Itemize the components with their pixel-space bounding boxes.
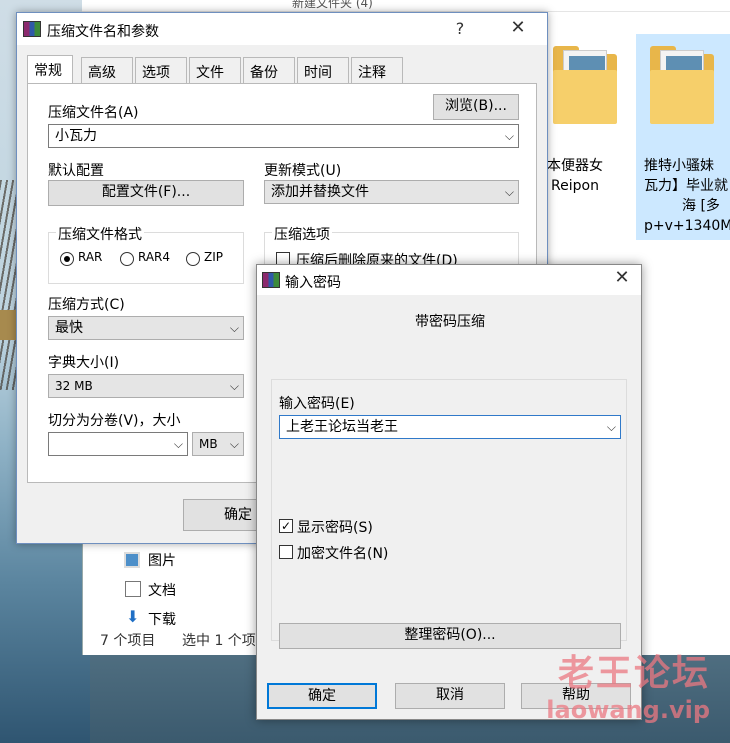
default-profile-label: 默认配置 — [48, 163, 104, 179]
close-icon[interactable]: ✕ — [607, 267, 637, 288]
format-group-title: 压缩文件格式 — [56, 224, 144, 244]
nav-downloads[interactable]: 下载 — [148, 609, 176, 629]
folder-icon — [650, 46, 714, 124]
options-group-title: 压缩选项 — [272, 224, 332, 244]
split-unit-select[interactable]: MB ⌵ — [192, 432, 244, 456]
breadcrumb[interactable]: 新建文件夹 (4) — [292, 0, 373, 11]
method-select[interactable]: 最快 ⌵ — [48, 316, 244, 340]
show-password-checkbox[interactable]: ✓ — [279, 519, 293, 533]
password-value: 上老王论坛当老王 — [286, 419, 398, 435]
encrypt-names-label: 加密文件名(N) — [297, 546, 389, 562]
radio-rar4-label: RAR4 — [138, 250, 171, 264]
tab-options[interactable]: 选项 — [135, 57, 187, 83]
tab-backup[interactable]: 备份 — [243, 57, 295, 83]
status-item-count: 7 个项目 — [100, 633, 156, 649]
tab-files[interactable]: 文件 — [189, 57, 241, 83]
chevron-down-icon: ⌵ — [229, 379, 239, 393]
archive-name-label: 压缩文件名(A) — [48, 105, 139, 121]
pictures-icon — [124, 552, 140, 568]
method-label: 压缩方式(C) — [48, 297, 125, 313]
update-mode-value: 添加并替换文件 — [271, 184, 369, 200]
password-dialog-title: 输入密码 — [285, 275, 341, 291]
folder-item[interactable] — [545, 34, 635, 164]
split-size-input[interactable]: ⌵ — [48, 432, 188, 456]
update-mode-label: 更新模式(U) — [264, 163, 342, 179]
dict-label: 字典大小(I) — [48, 355, 120, 371]
cancel-button[interactable]: 取消 — [395, 683, 505, 709]
enter-password-label: 输入密码(E) — [279, 396, 355, 412]
radio-rar-label: RAR — [78, 250, 103, 264]
download-icon: ⬇ — [126, 607, 140, 626]
method-value: 最快 — [55, 320, 83, 336]
close-icon[interactable]: ✕ — [503, 17, 533, 38]
dialog-titlebar[interactable]: 压缩文件名和参数 ? ✕ — [17, 13, 547, 45]
password-heading: 带密码压缩 — [415, 314, 485, 330]
winrar-icon — [262, 272, 280, 288]
show-password-label: 显示密码(S) — [297, 520, 373, 536]
chevron-down-icon: ⌵ — [229, 437, 239, 451]
dict-select[interactable]: 32 MB ⌵ — [48, 374, 244, 398]
documents-icon — [125, 581, 141, 597]
profile-button[interactable]: 配置文件(F)... — [48, 180, 244, 206]
radio-zip-label: ZIP — [204, 250, 223, 264]
chevron-down-icon: ⌵ — [173, 437, 183, 451]
password-input[interactable]: 上老王论坛当老王 ⌵ — [279, 415, 621, 439]
update-mode-select[interactable]: 添加并替换文件 ⌵ — [264, 180, 519, 204]
tab-comment[interactable]: 注释 — [351, 57, 403, 83]
ok-button[interactable]: 确定 — [267, 683, 377, 709]
folder-label: 推特小骚妹 瓦力】毕业就 海 [多 p+v+1340M — [644, 158, 730, 234]
chevron-down-icon: ⌵ — [229, 321, 239, 335]
radio-rar[interactable] — [60, 252, 74, 266]
site-watermark: 老王论坛 laowang.vip — [546, 652, 710, 724]
explorer-address-bar[interactable]: 新建文件夹 (4) — [82, 0, 730, 12]
radio-rar4[interactable] — [120, 252, 134, 266]
archive-name-input[interactable]: 小瓦力 ⌵ — [48, 124, 519, 148]
chevron-down-icon: ⌵ — [606, 420, 616, 434]
watermark-en: laowang.vip — [546, 696, 710, 724]
winrar-icon — [23, 21, 41, 37]
nav-pictures[interactable]: 图片 — [148, 550, 176, 570]
dict-value: 32 MB — [55, 379, 93, 393]
encrypt-names-checkbox[interactable] — [279, 545, 293, 559]
tab-time[interactable]: 时间 — [297, 57, 349, 83]
folder-icon — [553, 46, 617, 124]
split-unit-value: MB — [199, 437, 218, 451]
password-titlebar[interactable]: 输入密码 ✕ — [257, 265, 641, 295]
dialog-title: 压缩文件名和参数 — [47, 24, 159, 40]
status-selected: 选中 1 个项 — [182, 633, 256, 649]
archive-name-value: 小瓦力 — [55, 128, 97, 144]
watermark-cn: 老王论坛 — [557, 653, 710, 694]
help-icon[interactable]: ? — [445, 19, 475, 38]
chevron-down-icon: ⌵ — [504, 185, 514, 199]
tab-general[interactable]: 常规 — [27, 55, 73, 83]
radio-zip[interactable] — [186, 252, 200, 266]
organize-passwords-button[interactable]: 整理密码(O)... — [279, 623, 621, 649]
split-label: 切分为分卷(V)，大小 — [48, 413, 181, 429]
folder-item-selected[interactable]: 推特小骚妹 瓦力】毕业就 海 [多 p+v+1340M — [636, 34, 730, 240]
tab-advanced[interactable]: 高级 — [81, 57, 133, 83]
browse-button[interactable]: 浏览(B)... — [433, 94, 519, 120]
chevron-down-icon: ⌵ — [504, 129, 514, 143]
folder-label: 本便器女 Reipon — [547, 158, 603, 194]
nav-documents[interactable]: 文档 — [148, 580, 176, 600]
